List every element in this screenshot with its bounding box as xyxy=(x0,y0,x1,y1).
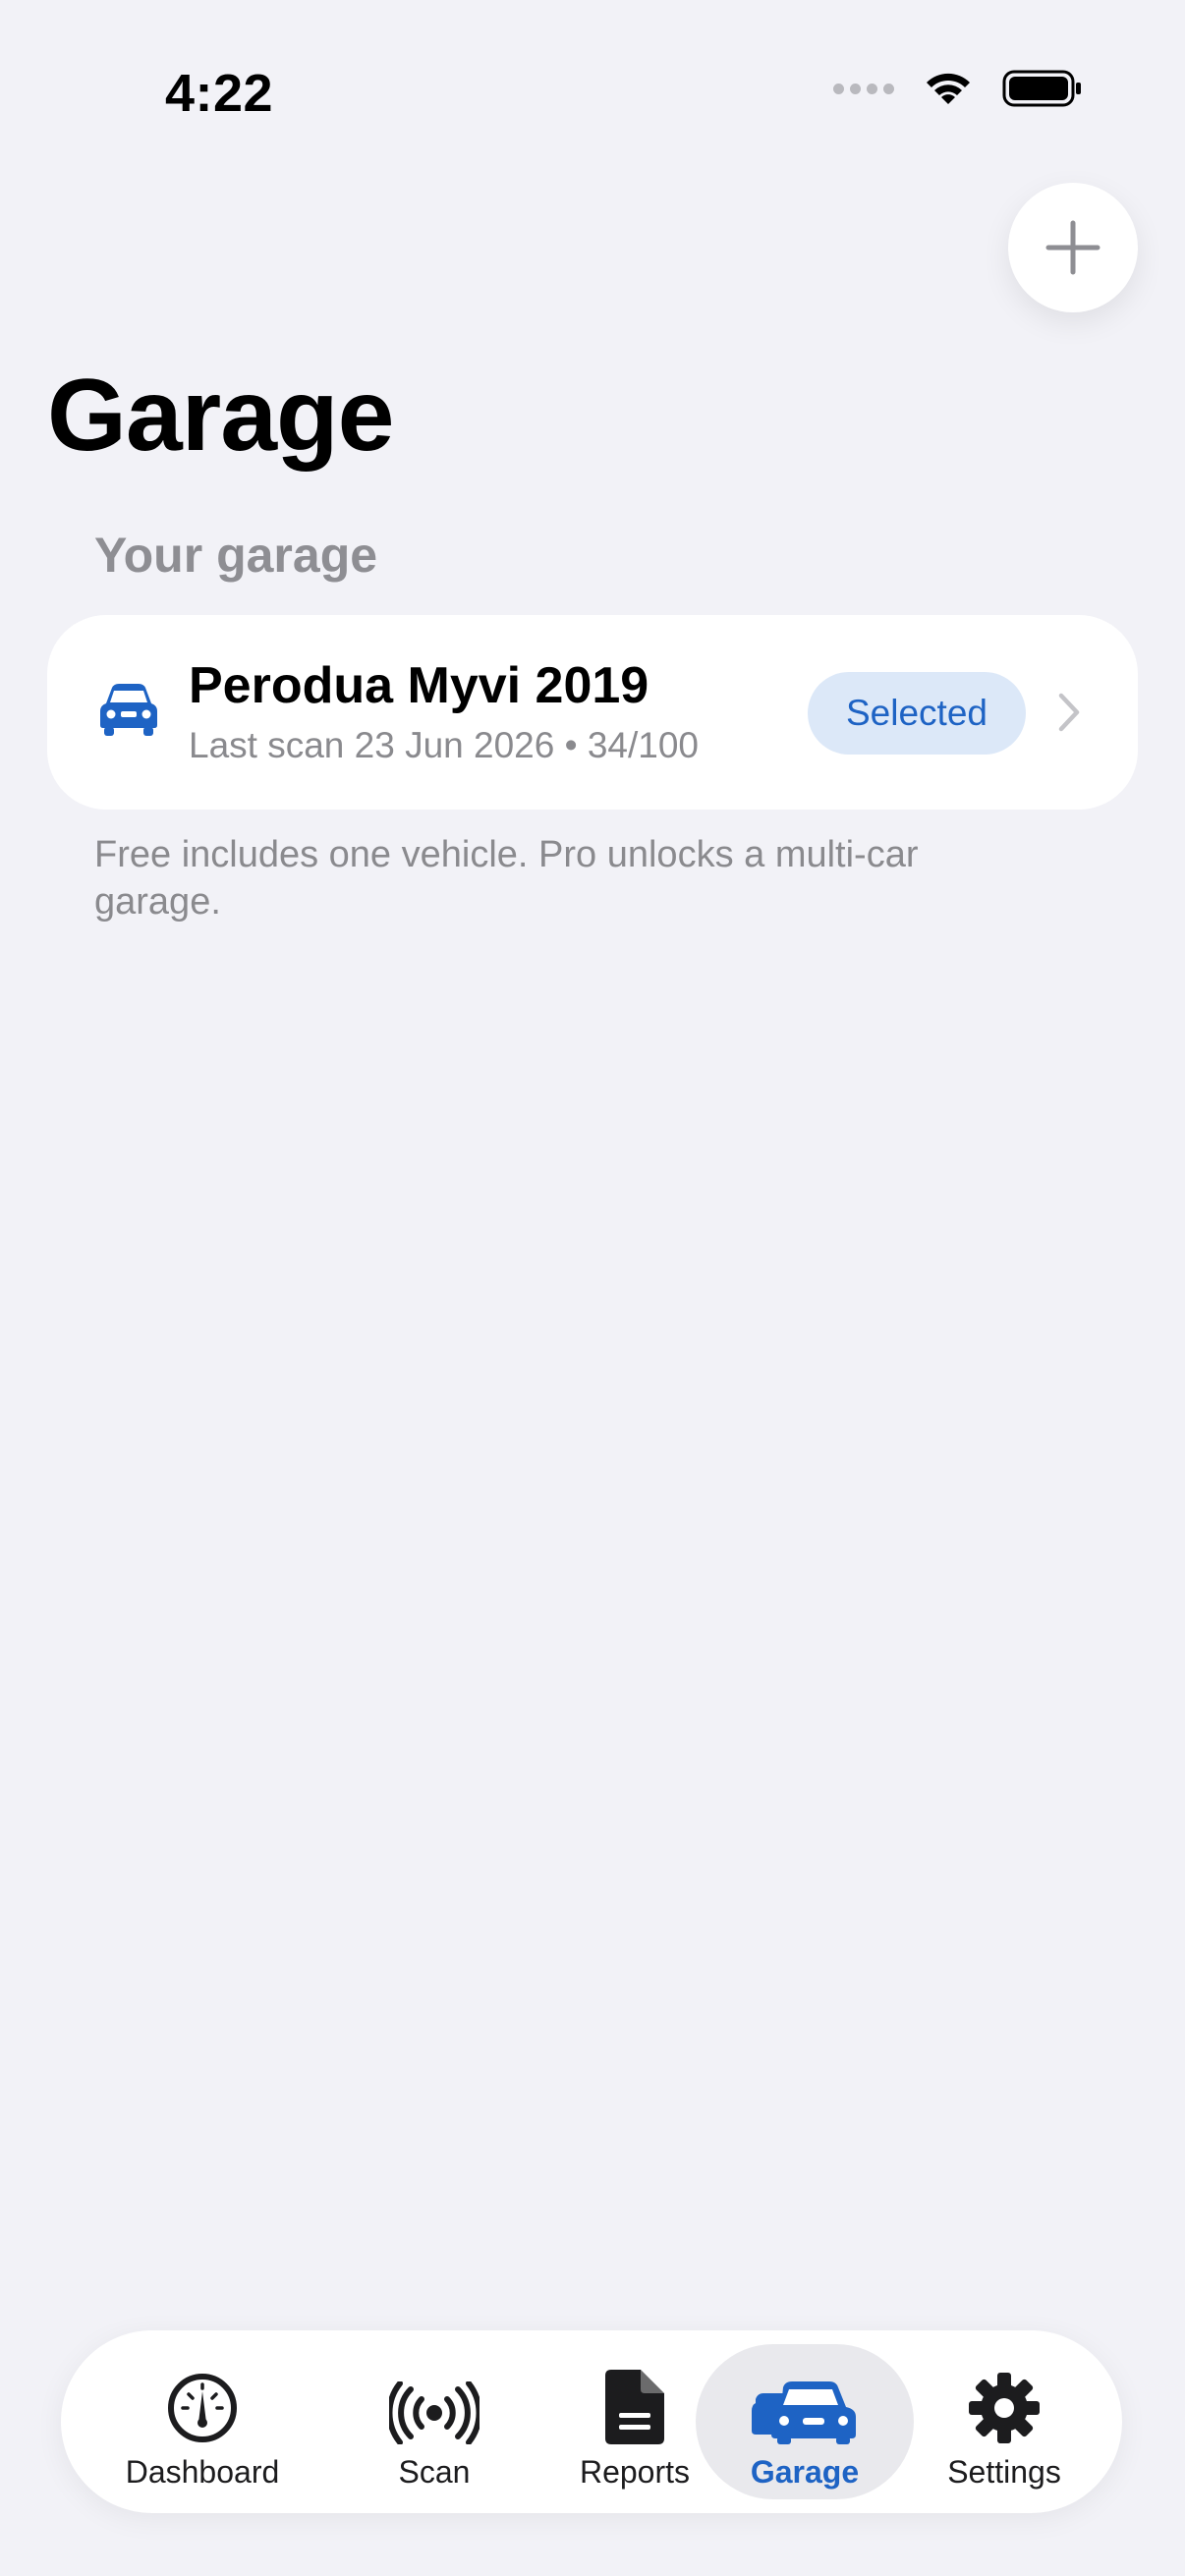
tab-label: Scan xyxy=(398,2454,471,2490)
vehicle-name: Perodua Myvi 2019 xyxy=(189,657,649,714)
tab-dashboard[interactable]: Dashboard xyxy=(106,2344,299,2499)
tab-label: Reports xyxy=(579,2454,691,2490)
section-header: Your garage xyxy=(94,528,378,583)
cellular-signal-icon xyxy=(833,83,894,94)
car-icon xyxy=(100,684,157,736)
garage-screen: 4:22 Garage Your garage Perodua Myvi 201… xyxy=(0,0,1185,2576)
vehicle-last-scan: Last scan 23 Jun 2026 • 34/100 xyxy=(189,725,700,765)
tab-garage[interactable]: Garage xyxy=(696,2344,914,2499)
status-time: 4:22 xyxy=(165,64,274,123)
gear-icon xyxy=(969,2373,1040,2443)
tab-bar: Dashboard Scan Reports Garage Settings xyxy=(61,2330,1122,2513)
chevron-right-icon xyxy=(1058,693,1080,732)
broadcast-icon xyxy=(389,2381,480,2444)
status-icons xyxy=(833,69,1083,108)
tab-label: Garage xyxy=(750,2454,860,2490)
tab-label: Settings xyxy=(947,2454,1061,2490)
document-icon xyxy=(605,2370,664,2444)
battery-icon xyxy=(1002,70,1081,107)
gauge-icon xyxy=(168,2374,237,2442)
page-title: Garage xyxy=(47,359,394,473)
tab-settings[interactable]: Settings xyxy=(916,2344,1093,2499)
tab-label: Dashboard xyxy=(125,2454,280,2490)
vehicle-card[interactable]: Perodua Myvi 2019 Last scan 23 Jun 2026 … xyxy=(47,615,1138,810)
selected-badge: Selected xyxy=(808,672,1026,755)
plan-footnote: Free includes one vehicle. Pro unlocks a… xyxy=(94,834,919,923)
plus-icon xyxy=(1045,220,1100,275)
cars-icon xyxy=(752,2381,856,2444)
wifi-icon xyxy=(927,73,970,104)
add-vehicle-button[interactable] xyxy=(1008,183,1138,312)
tab-scan[interactable]: Scan xyxy=(356,2344,513,2499)
